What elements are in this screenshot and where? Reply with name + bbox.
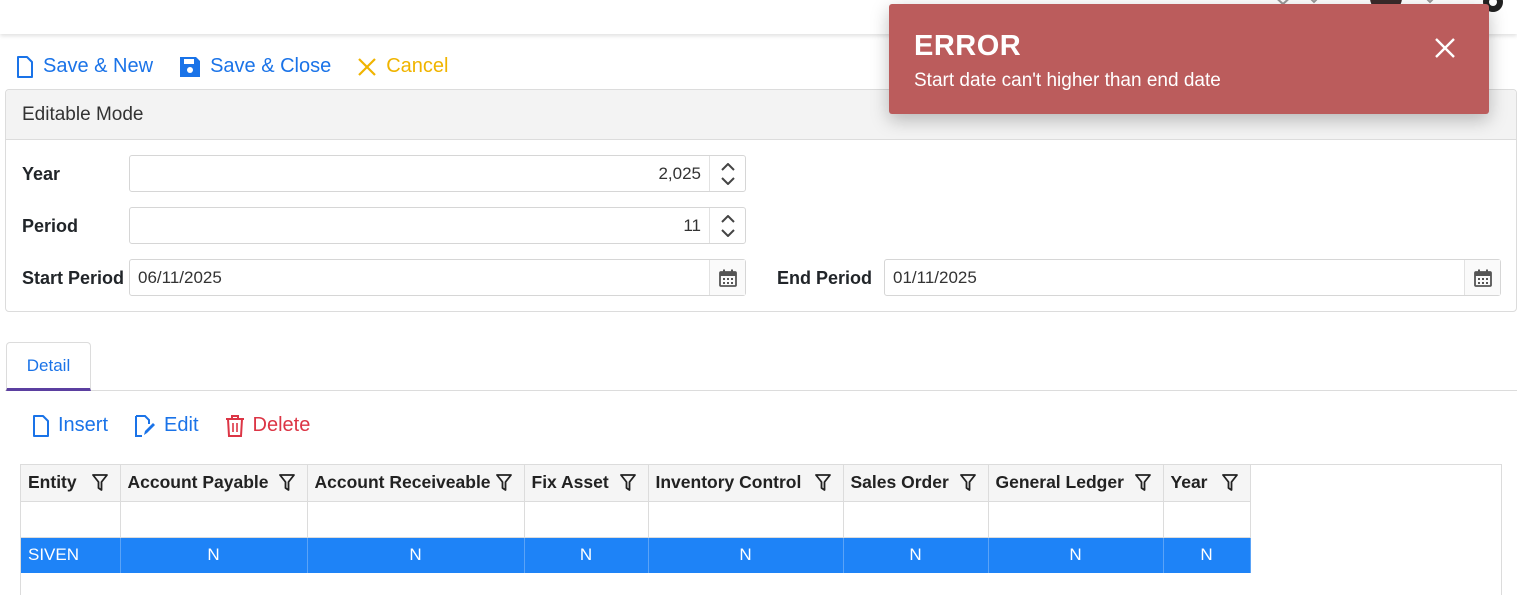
table-row[interactable]: SIVEN N N N N N N N xyxy=(21,537,1251,573)
file-icon xyxy=(17,55,33,78)
column-header-label: Sales Order xyxy=(850,472,949,493)
form-toolbar: Save & New Save & Close Cancel xyxy=(16,55,449,78)
period-stepper[interactable] xyxy=(709,208,745,243)
column-header-account-receiveable[interactable]: Account Receiveable xyxy=(307,465,525,502)
delete-label: Delete xyxy=(252,414,311,436)
filter-icon[interactable] xyxy=(959,474,976,492)
column-header-year[interactable]: Year xyxy=(1163,465,1251,502)
period-label: Period xyxy=(22,216,79,236)
period-input[interactable]: 11 xyxy=(129,207,746,244)
filter-cell[interactable] xyxy=(1163,501,1251,538)
start-period-input[interactable]: 06/11/2025 xyxy=(129,259,746,296)
column-header-fix-asset[interactable]: Fix Asset xyxy=(524,465,649,502)
save-new-button[interactable]: Save & New xyxy=(16,55,153,78)
save-close-label: Save & Close xyxy=(210,55,332,77)
close-icon xyxy=(358,57,377,76)
calendar-icon xyxy=(1473,269,1492,287)
trash-icon xyxy=(225,414,244,437)
column-header-inventory-control[interactable]: Inventory Control xyxy=(648,465,844,502)
table-cell[interactable]: SIVEN xyxy=(21,537,121,573)
filter-cell[interactable] xyxy=(21,501,121,538)
tab-detail[interactable]: Detail xyxy=(6,342,91,391)
toast-title: ERROR xyxy=(914,30,1022,62)
editable-mode-panel: Editable Mode Year 2,025 Period 11 Start… xyxy=(5,89,1517,312)
end-period-label: End Period xyxy=(777,268,873,288)
end-period-value: 01/11/2025 xyxy=(893,268,977,287)
filter-icon[interactable] xyxy=(619,474,636,492)
column-header-label: Fix Asset xyxy=(531,472,609,493)
column-header-general-ledger[interactable]: General Ledger xyxy=(988,465,1164,502)
save-close-button[interactable]: Save & Close xyxy=(179,55,331,78)
column-header-account-payable[interactable]: Account Payable xyxy=(120,465,308,502)
caret-up-icon[interactable] xyxy=(720,214,735,223)
column-header-label: Account Receiveable xyxy=(314,472,491,493)
detail-grid: Entity Account Payable Account Receiveab… xyxy=(20,464,1502,595)
filter-cell[interactable] xyxy=(120,501,308,538)
close-icon[interactable] xyxy=(1434,37,1456,59)
end-calendar-button[interactable] xyxy=(1464,260,1500,295)
cancel-button[interactable]: Cancel xyxy=(357,55,449,78)
filter-icon[interactable] xyxy=(495,474,512,492)
year-value: 2,025 xyxy=(658,164,701,183)
filter-icon[interactable] xyxy=(814,474,831,492)
grid-table: Entity Account Payable Account Receiveab… xyxy=(21,465,1251,573)
file-icon xyxy=(33,414,49,437)
edit-icon xyxy=(135,414,156,437)
start-period-value: 06/11/2025 xyxy=(138,268,222,287)
grid-header-row: Entity Account Payable Account Receiveab… xyxy=(21,465,1251,502)
filter-cell[interactable] xyxy=(988,501,1164,538)
filter-cell[interactable] xyxy=(648,501,844,538)
grid-toolbar: Insert Edit Delete xyxy=(32,414,310,437)
year-label: Year xyxy=(22,164,61,184)
table-cell[interactable]: N xyxy=(648,537,844,573)
year-input[interactable]: 2,025 xyxy=(129,155,746,192)
filter-cell[interactable] xyxy=(843,501,989,538)
delete-button[interactable]: Delete xyxy=(225,414,311,437)
start-period-label: Start Period xyxy=(22,268,125,288)
filter-icon[interactable] xyxy=(1134,474,1151,492)
caret-down-icon[interactable] xyxy=(720,228,735,237)
table-cell[interactable]: N xyxy=(120,537,308,573)
table-cell[interactable]: N xyxy=(988,537,1164,573)
calendar-icon xyxy=(718,269,737,287)
start-calendar-button[interactable] xyxy=(709,260,745,295)
column-header-label: Account Payable xyxy=(127,472,269,493)
table-cell[interactable]: N xyxy=(843,537,989,573)
edit-button[interactable]: Edit xyxy=(134,414,199,437)
table-cell[interactable]: N xyxy=(1163,537,1251,573)
toast-message: Start date can't higher than end date xyxy=(914,70,1221,91)
error-toast: ERROR Start date can't higher than end d… xyxy=(889,4,1489,114)
period-value: 11 xyxy=(683,216,701,235)
cancel-label: Cancel xyxy=(386,55,449,77)
filter-cell[interactable] xyxy=(307,501,525,538)
column-header-sales-order[interactable]: Sales Order xyxy=(843,465,989,502)
filter-icon[interactable] xyxy=(91,474,108,492)
filter-cell[interactable] xyxy=(524,501,649,538)
year-stepper[interactable] xyxy=(709,156,745,191)
column-header-label: Year xyxy=(1170,472,1208,493)
column-header-label: Inventory Control xyxy=(655,472,802,493)
caret-up-icon[interactable] xyxy=(720,162,735,171)
insert-button[interactable]: Insert xyxy=(32,414,108,437)
table-cell[interactable]: N xyxy=(307,537,525,573)
column-header-entity[interactable]: Entity xyxy=(21,465,121,502)
tab-strip: Detail xyxy=(5,342,1517,391)
column-header-label: General Ledger xyxy=(995,472,1124,493)
caret-down-icon[interactable] xyxy=(720,176,735,185)
save-new-label: Save & New xyxy=(43,55,154,77)
filter-icon[interactable] xyxy=(1221,474,1238,492)
edit-label: Edit xyxy=(164,414,199,436)
filter-row[interactable] xyxy=(21,501,1251,538)
insert-label: Insert xyxy=(58,414,109,436)
filter-icon[interactable] xyxy=(278,474,295,492)
column-header-label: Entity xyxy=(28,472,77,493)
end-period-input[interactable]: 01/11/2025 xyxy=(884,259,1501,296)
save-icon xyxy=(180,56,201,77)
table-cell[interactable]: N xyxy=(524,537,649,573)
